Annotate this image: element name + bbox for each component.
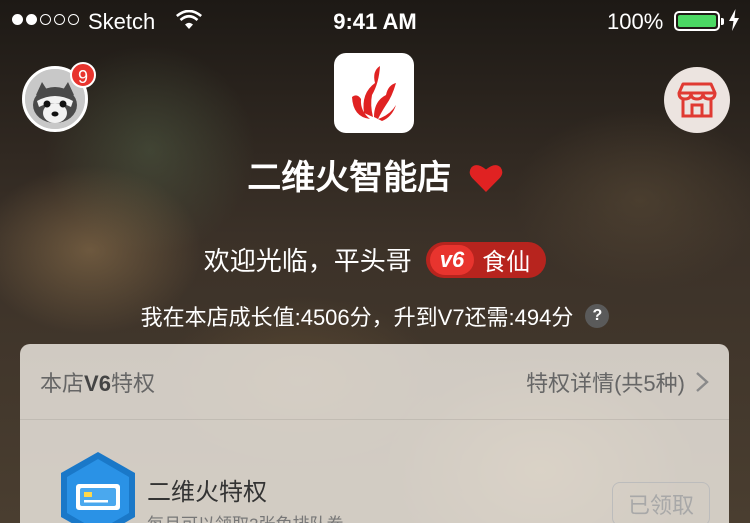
- privileges-card: 本店V6特权 特权详情(共5种) 二维火特权 每月可以领取2张免排队券 已领取: [20, 344, 729, 523]
- charging-icon: [729, 9, 739, 31]
- vip-title: 食仙: [482, 249, 531, 276]
- user-avatar-button[interactable]: 9: [22, 62, 96, 132]
- privilege-title: 二维火特权: [147, 479, 267, 506]
- battery-icon: [674, 11, 724, 31]
- store-button[interactable]: [664, 67, 730, 133]
- privileges-level: V6: [84, 370, 111, 396]
- storefront-icon: [677, 82, 717, 118]
- help-icon[interactable]: ?: [585, 304, 610, 328]
- store-name-text: 二维火智能店: [247, 159, 452, 197]
- battery-percentage: 100%: [607, 9, 664, 34]
- status-bar: Sketch 9:41 AM 100%: [0, 0, 750, 40]
- privileges-header: 本店V6特权 特权详情(共5种): [20, 344, 729, 420]
- vip-badge: v6 食仙: [425, 241, 547, 278]
- welcome-line: 欢迎光临，平头哥 v6 食仙: [0, 241, 750, 278]
- chevron-right-icon: [696, 371, 709, 392]
- queue-ticket-icon: [61, 452, 135, 523]
- details-label: 特权详情(共5种): [526, 370, 685, 396]
- notification-badge: 9: [70, 62, 96, 88]
- privilege-description: 每月可以领取2张免排队券: [147, 510, 343, 523]
- greeting-text: 欢迎光临，平头哥: [203, 246, 412, 276]
- favorite-heart-icon[interactable]: [469, 163, 503, 193]
- flame-logo-icon: [352, 66, 396, 121]
- claimed-button[interactable]: 已领取: [612, 482, 710, 523]
- growth-text: 我在本店成长值:4506分，升到V7还需:494分: [140, 305, 574, 330]
- privileges-details-link[interactable]: 特权详情(共5种): [526, 366, 709, 398]
- vip-level: v6: [429, 244, 475, 275]
- store-name: 二维火智能店: [0, 150, 750, 199]
- privilege-item: 二维火特权 每月可以领取2张免排队券 已领取: [20, 420, 729, 523]
- privileges-title: 本店V6特权: [40, 370, 155, 396]
- growth-points: 我在本店成长值:4506分，升到V7还需:494分 ?: [0, 300, 750, 332]
- store-logo: [334, 53, 414, 133]
